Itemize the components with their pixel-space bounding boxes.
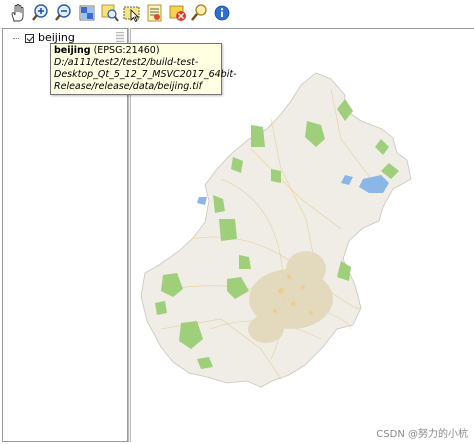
pan-button[interactable] xyxy=(7,2,29,24)
search-button[interactable] xyxy=(189,2,211,24)
clear-selection-icon xyxy=(169,5,186,21)
zoom-full-icon xyxy=(79,5,95,21)
zoom-out-button[interactable] xyxy=(53,2,75,24)
zoom-in-button[interactable] xyxy=(30,2,52,24)
scroll-grip[interactable] xyxy=(116,32,124,42)
hand-icon xyxy=(11,4,24,22)
identify-button[interactable] xyxy=(144,2,166,24)
select-button[interactable] xyxy=(121,2,143,24)
identify-icon xyxy=(147,4,162,22)
watermark: CSDN @努力的小杭 xyxy=(376,429,468,440)
tooltip-file-path: D:/a111/test2/test2/build-test-Desktop_Q… xyxy=(54,57,237,92)
zoom-full-button[interactable] xyxy=(76,2,98,24)
zoom-out-icon xyxy=(55,4,71,21)
clear-selection-button[interactable] xyxy=(167,2,189,24)
tooltip-crs: (EPSG:21460) xyxy=(90,45,160,56)
zoom-in-icon xyxy=(32,4,48,21)
layer-visibility-checkbox[interactable] xyxy=(25,34,34,43)
select-icon xyxy=(123,6,140,23)
search-icon xyxy=(191,4,207,21)
layer-tooltip: beijing (EPSG:21460) D:/a111/test2/test2… xyxy=(50,43,237,95)
tree-connector xyxy=(13,38,19,39)
info-button[interactable] xyxy=(211,2,233,24)
tooltip-layer-name: beijing xyxy=(54,45,91,56)
zoom-layer-button[interactable] xyxy=(99,2,121,24)
info-icon xyxy=(214,5,230,21)
zoom-layer-icon xyxy=(101,4,119,22)
map-toolbar xyxy=(0,0,474,29)
